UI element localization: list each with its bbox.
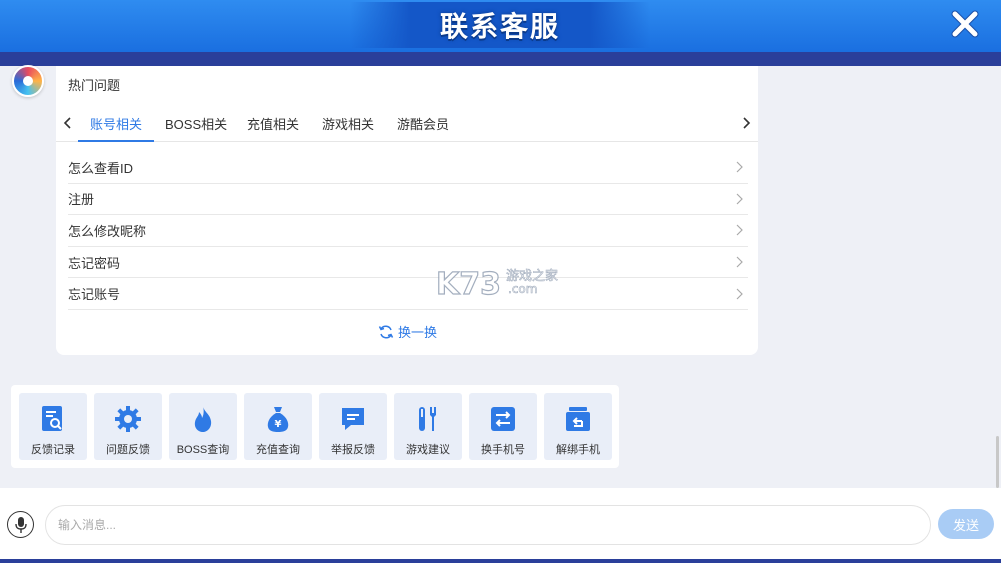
refresh-icon [378,324,394,339]
tabs-prev-button[interactable] [58,113,78,133]
tab-vip[interactable]: 游酷会员 [397,114,449,133]
close-button[interactable] [949,8,981,40]
action-label: 充值查询 [256,444,300,456]
gear-icon [115,406,141,432]
microphone-icon [14,516,27,533]
faq-question-text: 怎么修改昵称 [68,223,147,239]
avatar [12,65,44,97]
faq-card: 热门问题 账号相关 BOSS相关 充值相关 游戏相关 游酷会员 怎么查看ID 注… [56,66,758,355]
faq-question-row[interactable]: 怎么查看ID [68,152,748,184]
action-label: 举报反馈 [331,444,375,456]
faq-question-row[interactable]: 注册 [68,184,748,216]
action-label: 换手机号 [481,444,525,456]
action-label: 解绑手机 [556,444,600,456]
tools-icon [419,407,436,431]
money-bag-icon: ¥ [267,407,289,432]
faq-question-list: 怎么查看ID 注册 怎么修改昵称 忘记密码 忘记账号 [68,152,748,310]
chevron-right-icon [736,288,743,300]
refresh-button[interactable]: 换一换 [378,322,437,341]
active-tab-underline [78,140,154,142]
message-input[interactable] [45,505,931,545]
faq-question-text: 怎么查看ID [68,160,134,176]
close-icon [951,10,979,38]
faq-title: 热门问题 [68,78,121,93]
chat-report-icon [342,408,364,430]
game-suggestion-button[interactable]: 游戏建议 [394,393,462,460]
send-button[interactable]: 发送 [938,509,994,539]
message-input-bar: 发送 [0,488,1001,563]
boss-query-button[interactable]: BOSS查询 [169,393,237,460]
title-banner: 联系客服 [350,2,650,48]
faq-question-row[interactable]: 忘记账号 [68,278,748,310]
feedback-record-icon [42,406,62,431]
recharge-query-button[interactable]: ¥ 充值查询 [244,393,312,460]
tab-boss[interactable]: BOSS相关 [165,114,227,133]
tab-account[interactable]: 账号相关 [90,114,142,133]
faq-tabs: 账号相关 BOSS相关 充值相关 游戏相关 游酷会员 [56,106,758,142]
bottom-stripe [0,559,1001,563]
voice-input-button[interactable] [7,511,34,538]
chevron-right-icon [743,117,751,129]
report-feedback-button[interactable]: 举报反馈 [319,393,387,460]
faq-question-text: 注册 [68,192,95,208]
chevron-right-icon [736,225,743,236]
action-label: 游戏建议 [406,444,450,456]
flame-icon [194,406,212,432]
page-title: 联系客服 [439,10,560,43]
change-phone-button[interactable]: 换手机号 [469,393,537,460]
chevron-right-icon [736,193,743,205]
k73-watermark: K73 游戏之家 .com [436,266,558,300]
tabs-next-button[interactable] [736,113,756,133]
faq-question-text: 忘记账号 [68,287,121,303]
action-label: 问题反馈 [106,444,150,456]
unbind-phone-button[interactable]: 解绑手机 [544,393,612,460]
chevron-left-icon [63,117,71,129]
quick-actions-panel: 反馈记录 问题反馈 BOSS查询 ¥ 充值查询 举报反馈 游戏建议 换手机号 解… [11,385,619,468]
unbind-phone-icon [566,407,590,431]
action-label: 反馈记录 [31,444,75,456]
tab-game[interactable]: 游戏相关 [322,114,374,133]
chevron-right-icon [736,161,743,173]
tab-recharge[interactable]: 充值相关 [247,114,299,133]
watermark-domain: .com [508,282,537,296]
action-label: BOSS查询 [176,444,230,456]
issue-feedback-button[interactable]: 问题反馈 [94,393,162,460]
svg-text:¥: ¥ [275,419,282,430]
swap-phone-icon [491,407,515,431]
faq-question-row[interactable]: 忘记密码 [68,247,748,279]
faq-question-row[interactable]: 怎么修改昵称 [68,215,748,247]
refresh-label: 换一换 [398,325,438,340]
feedback-record-button[interactable]: 反馈记录 [19,393,87,460]
chevron-right-icon [736,256,743,268]
watermark-brand: K73 [436,267,501,300]
header-bar: 联系客服 [0,0,1001,52]
faq-question-text: 忘记密码 [68,255,121,271]
scrollbar[interactable] [996,436,999,488]
header-stripe [0,52,1001,66]
